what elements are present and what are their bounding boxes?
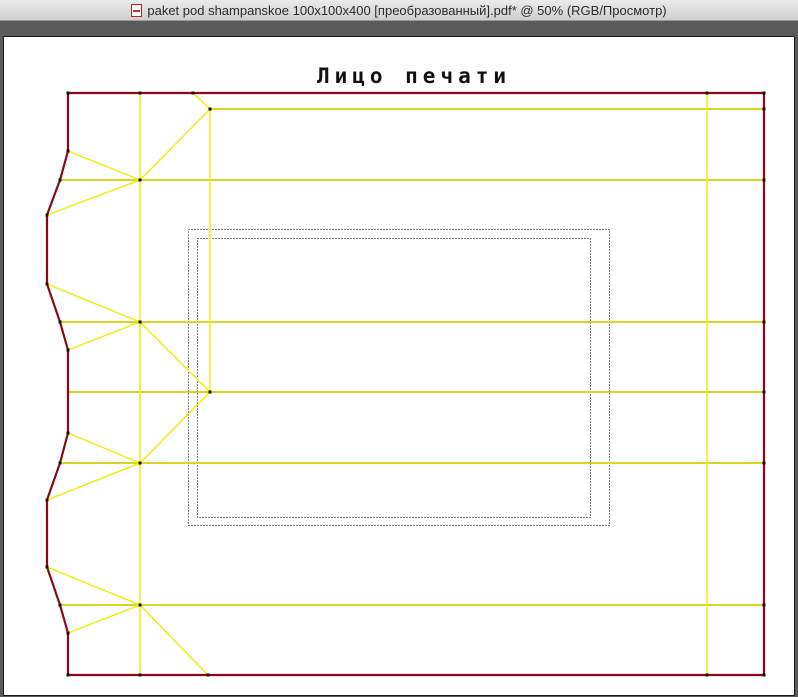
trim-boxes <box>188 229 610 526</box>
fan-lines-1 <box>46 150 142 216</box>
fold-lines <box>46 92 764 676</box>
outer-trim-box <box>188 229 610 526</box>
gusset-diagonal-3 <box>139 604 209 676</box>
gusset-diagonal-1 <box>139 92 212 181</box>
fan-lines-3 <box>46 432 142 501</box>
fold-lines-outline <box>60 108 764 606</box>
dieline-canvas[interactable]: Лицо печати <box>0 0 798 697</box>
inner-trim-box <box>197 238 591 518</box>
art-heading: Лицо печати <box>317 64 511 88</box>
fan-lines-4 <box>46 566 142 634</box>
fan-lines-2 <box>46 283 142 351</box>
